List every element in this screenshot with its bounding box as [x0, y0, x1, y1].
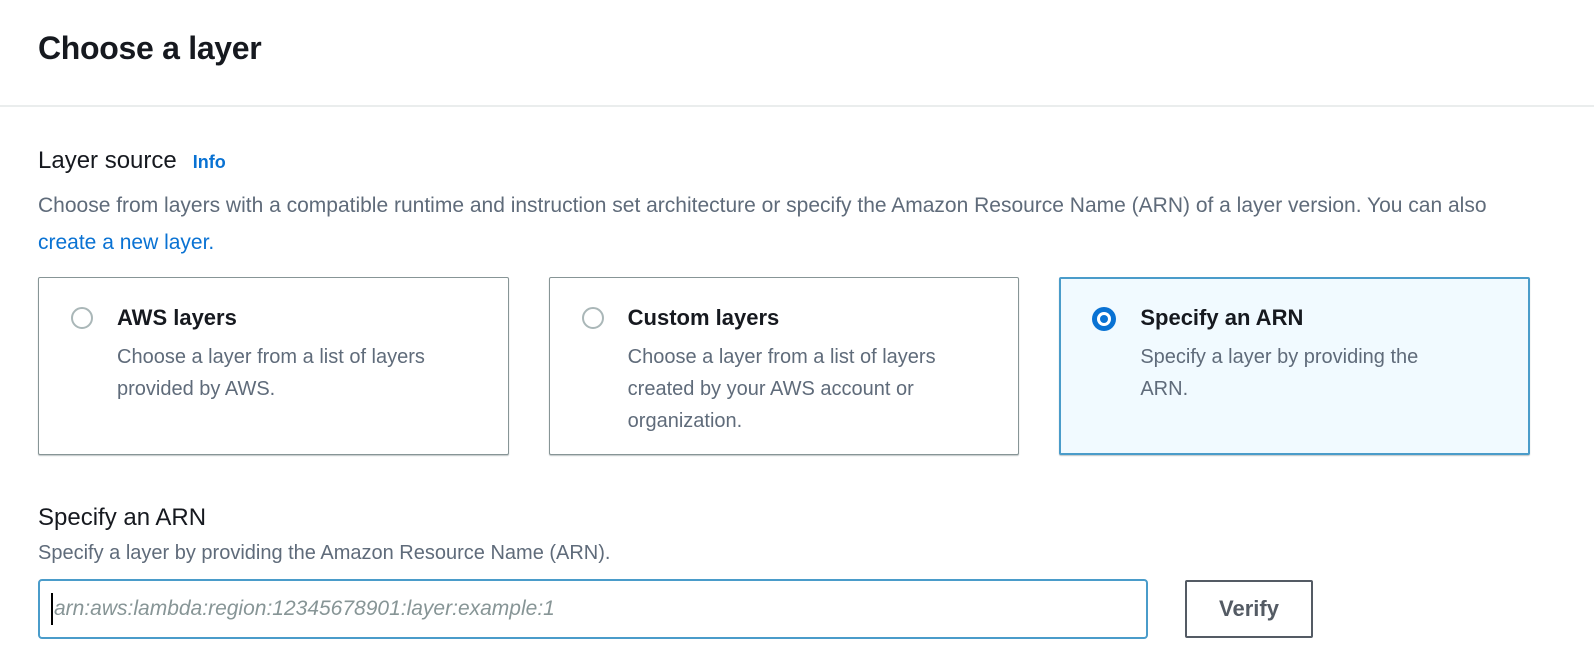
radio-button[interactable]: [1092, 307, 1116, 331]
radio-button[interactable]: [71, 307, 93, 329]
layer-source-options: AWS layers Choose a layer from a list of…: [38, 277, 1530, 455]
option-title: AWS layers: [117, 304, 447, 332]
option-card-text: AWS layers Choose a layer from a list of…: [117, 304, 447, 405]
option-card-text: Custom layers Choose a layer from a list…: [628, 304, 958, 437]
panel-header: Choose a layer: [0, 0, 1594, 107]
option-card-custom-layers[interactable]: Custom layers Choose a layer from a list…: [549, 277, 1020, 455]
specify-arn-label: Specify an ARN: [38, 504, 1530, 532]
layer-source-description-text: Choose from layers with a compatible run…: [38, 194, 1487, 217]
option-description: Specify a layer by providing the ARN.: [1140, 341, 1470, 405]
specify-arn-description: Specify a layer by providing the Amazon …: [38, 542, 1530, 565]
arn-input-wrapper: [38, 579, 1148, 639]
panel-content: Layer source Info Choose from layers wit…: [0, 147, 1594, 639]
arn-input-row: Verify: [38, 579, 1530, 639]
create-new-layer-link[interactable]: create a new layer.: [38, 231, 214, 254]
radio-button[interactable]: [582, 307, 604, 329]
text-caret: [51, 593, 53, 625]
option-title: Specify an ARN: [1140, 304, 1470, 332]
layer-source-label-row: Layer source Info: [38, 147, 1530, 175]
layer-source-description: Choose from layers with a compatible run…: [38, 187, 1508, 261]
option-description: Choose a layer from a list of layers pro…: [117, 341, 447, 405]
option-card-specify-an-arn[interactable]: Specify an ARN Specify a layer by provid…: [1059, 277, 1530, 455]
option-title: Custom layers: [628, 304, 958, 332]
page-title: Choose a layer: [38, 30, 1556, 67]
option-description: Choose a layer from a list of layers cre…: [628, 341, 958, 437]
info-link[interactable]: Info: [193, 152, 226, 173]
option-card-text: Specify an ARN Specify a layer by provid…: [1140, 304, 1470, 405]
choose-a-layer-panel: Choose a layer Layer source Info Choose …: [0, 0, 1594, 666]
arn-input[interactable]: [38, 579, 1148, 639]
option-card-aws-layers[interactable]: AWS layers Choose a layer from a list of…: [38, 277, 509, 455]
verify-button[interactable]: Verify: [1185, 580, 1313, 638]
layer-source-label: Layer source: [38, 147, 177, 175]
